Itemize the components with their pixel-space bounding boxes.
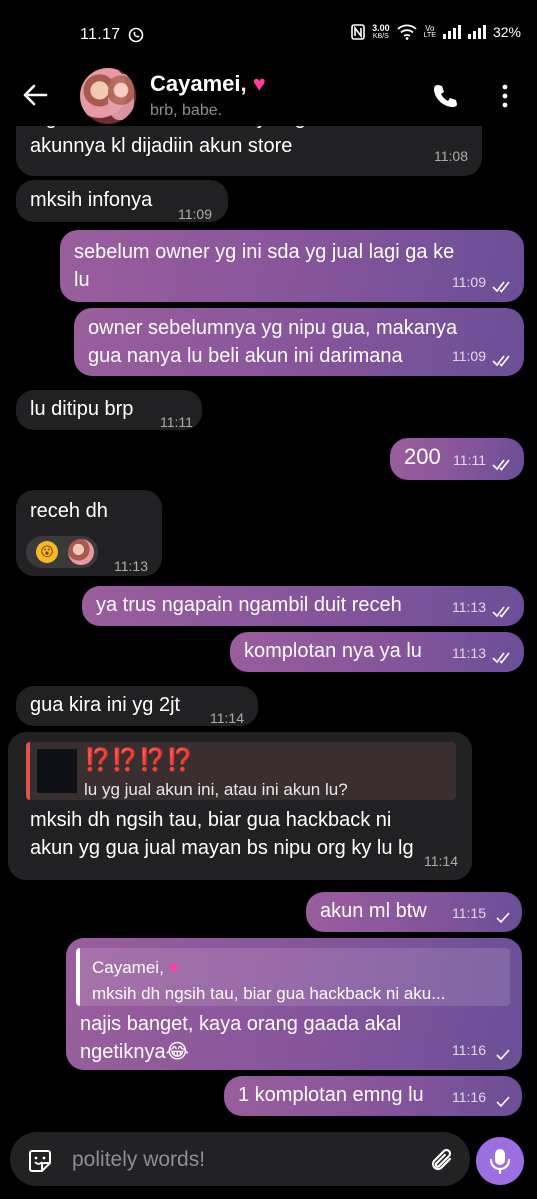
message-incoming[interactable]: receh dh 😮 11:13	[16, 490, 162, 576]
read-double-check-icon	[492, 355, 510, 367]
message-time: 11:09	[452, 274, 486, 290]
reactor-avatar	[68, 539, 94, 565]
message-text: owner sebelumnya yg nipu gua, makanya gu…	[88, 317, 458, 367]
read-double-check-icon	[492, 606, 510, 618]
message-incoming-with-reply[interactable]: ⁉️⁉️⁉️⁉️ lu yg jual akun ini, atau ini a…	[8, 732, 472, 880]
delivered-check-icon	[496, 1049, 510, 1061]
message-text: ya trus ngapain ngambil duit receh	[96, 594, 402, 616]
message-incoming[interactable]: big sm owner akun ini mayan gua takeback…	[16, 126, 482, 176]
message-outgoing[interactable]: komplotan nya ya lu 11:13	[230, 632, 524, 672]
message-input[interactable]	[72, 1148, 402, 1172]
message-time: 11:09	[178, 206, 212, 222]
message-outgoing[interactable]: sebelum owner yg ini sda yg jual lagi ga…	[60, 230, 524, 302]
message-time: 11:16	[452, 1089, 486, 1105]
message-text: najis banget, kaya orang gaada akal nget…	[80, 1013, 402, 1063]
message-text: 1 komplotan emng lu	[238, 1084, 424, 1106]
contact-avatar[interactable]	[80, 68, 136, 124]
network-speed: 3.00 KB/S	[372, 23, 390, 41]
message-time: 11:15	[452, 905, 486, 921]
message-time: 11:13	[452, 599, 486, 615]
signal-icon-1	[442, 25, 461, 39]
message-text: komplotan nya ya lu	[244, 640, 422, 662]
volte-indicator: Vo LTE	[423, 24, 436, 40]
message-outgoing[interactable]: akun ml btw 11:15	[306, 892, 522, 932]
pink-heart-icon: ♥	[168, 958, 179, 977]
composer-bar	[0, 1130, 537, 1199]
message-outgoing[interactable]: 200 11:11	[390, 438, 524, 480]
whatsapp-notification-icon	[128, 27, 144, 43]
paperclip-attach-icon[interactable]	[430, 1146, 456, 1176]
quoted-text: lu yg jual akun ini, atau ini akun lu?	[84, 780, 348, 799]
quoted-title: ⁉️⁉️⁉️⁉️	[84, 747, 194, 772]
message-reactions[interactable]: 😮	[26, 536, 98, 568]
status-bar: 11.17 3.00 KB/S Vo LTE 32%	[0, 0, 537, 64]
message-time: 11:11	[160, 414, 193, 430]
message-text: 200	[404, 444, 441, 469]
quoted-text: mksih dh ngsih tau, biar gua hackback ni…	[92, 984, 446, 1003]
chat-header: Cayamei, ♥ brb, babe.	[0, 64, 537, 126]
message-outgoing[interactable]: owner sebelumnya yg nipu gua, makanya gu…	[74, 308, 524, 376]
sticker-icon[interactable]	[26, 1147, 54, 1175]
contact-name[interactable]: Cayamei, ♥	[150, 71, 266, 97]
quoted-author: Cayamei, ♥	[92, 958, 179, 977]
pink-heart-icon: ♥	[252, 71, 266, 96]
message-time: 11:13	[452, 645, 486, 661]
message-time: 11:09	[452, 348, 486, 364]
message-time: 11:11	[453, 452, 486, 468]
message-time: 11:16	[452, 1042, 486, 1058]
microphone-icon	[489, 1149, 511, 1174]
message-outgoing[interactable]: ya trus ngapain ngambil duit receh 11:13	[82, 586, 524, 626]
phone-call-icon[interactable]	[432, 83, 458, 109]
read-double-check-icon	[492, 281, 510, 293]
message-list[interactable]: big sm owner akun ini mayan gua takeback…	[0, 126, 537, 1130]
message-incoming[interactable]: gua kira ini yg 2jt 11:14	[16, 686, 258, 726]
message-time: 11:08	[434, 148, 468, 164]
read-double-check-icon	[492, 459, 510, 471]
quoted-message[interactable]: ⁉️⁉️⁉️⁉️ lu yg jual akun ini, atau ini a…	[26, 742, 456, 800]
battery-level: 32%	[492, 24, 521, 40]
signal-icon-2	[467, 25, 486, 39]
message-text: mksih dh ngsih tau, biar gua hackback ni…	[30, 809, 414, 859]
quoted-image-thumbnail	[36, 748, 78, 794]
status-time: 11.17	[80, 26, 121, 43]
message-incoming[interactable]: mksih infonya 11:09	[16, 180, 228, 222]
yawning-face-emoji-icon: 😮	[36, 541, 58, 563]
contact-status: brb, babe.	[150, 102, 223, 119]
message-time: 11:14	[210, 710, 244, 726]
message-time: 11:14	[424, 853, 458, 869]
message-text: akun ml btw	[320, 900, 427, 922]
message-incoming[interactable]: lu ditipu brp 11:11	[16, 390, 202, 430]
message-text: mksih infonya	[30, 189, 153, 211]
message-outgoing-with-reply[interactable]: Cayamei, ♥ mksih dh ngsih tau, biar gua …	[66, 938, 522, 1070]
quoted-message[interactable]: Cayamei, ♥ mksih dh ngsih tau, biar gua …	[76, 948, 510, 1006]
nfc-icon	[351, 24, 365, 40]
more-options-icon[interactable]	[498, 83, 512, 109]
message-text: big sm owner akun ini mayan gua takeback…	[30, 126, 414, 157]
wifi-icon	[397, 24, 417, 40]
message-text: sebelum owner yg ini sda yg jual lagi ga…	[74, 241, 455, 291]
delivered-check-icon	[496, 912, 510, 924]
voice-record-button[interactable]	[476, 1137, 524, 1185]
back-arrow-icon[interactable]	[22, 82, 48, 108]
delivered-check-icon	[496, 1096, 510, 1108]
read-double-check-icon	[492, 652, 510, 664]
message-time: 11:13	[114, 558, 148, 574]
message-text: receh dh	[30, 500, 108, 522]
message-text: lu ditipu brp	[30, 398, 134, 420]
message-outgoing[interactable]: 1 komplotan emng lu 11:16	[224, 1076, 522, 1116]
status-indicators: 3.00 KB/S Vo LTE 32%	[351, 24, 521, 40]
message-text: gua kira ini yg 2jt	[30, 694, 181, 716]
